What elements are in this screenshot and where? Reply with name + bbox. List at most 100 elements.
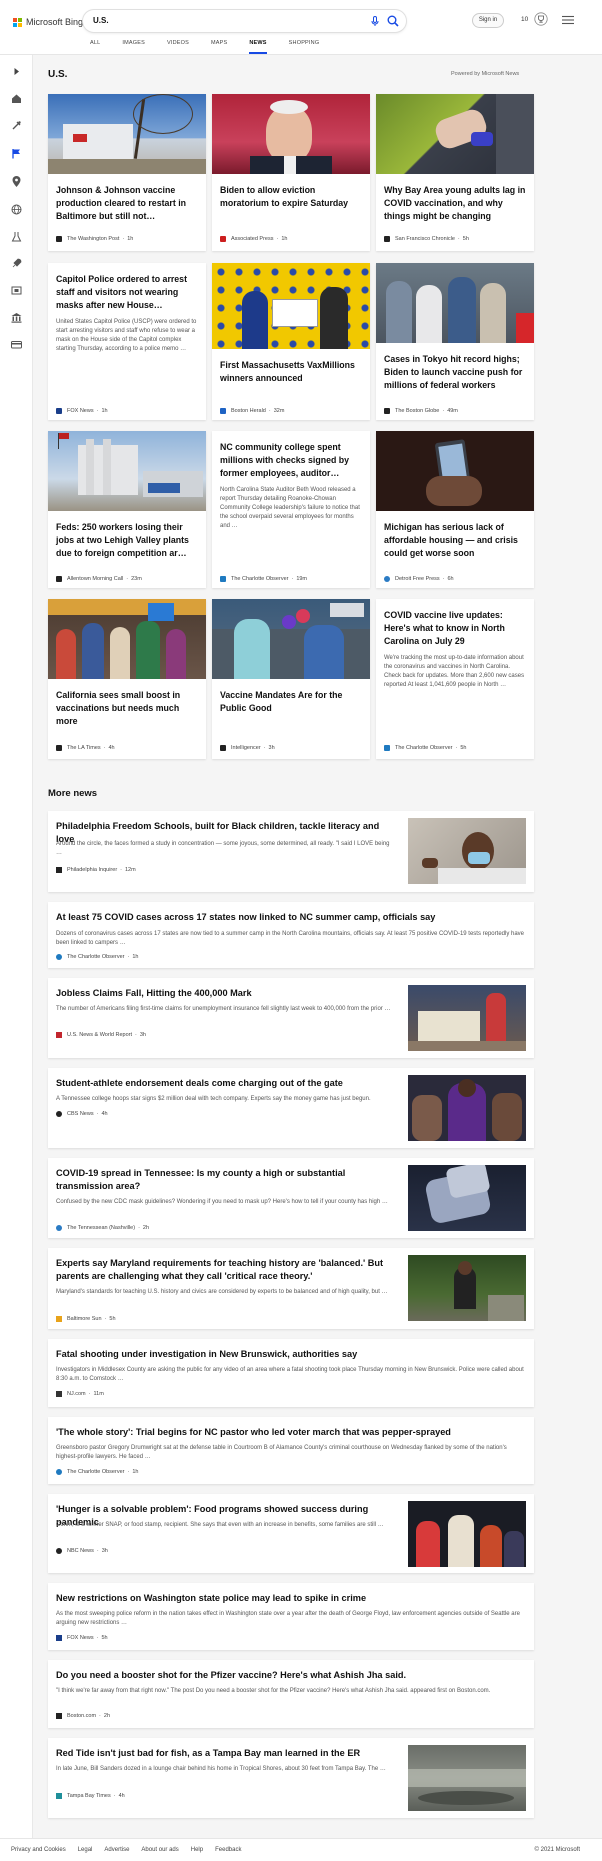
item-source[interactable]: Baltimore Sun · 5h — [56, 1316, 116, 1322]
card-title[interactable]: First Massachusetts VaxMillions winners … — [212, 359, 370, 385]
more-news-item[interactable]: Do you need a booster shot for the Pfize… — [48, 1660, 534, 1728]
more-news-item[interactable]: 'Hunger is a solvable problem': Food pro… — [48, 1494, 534, 1573]
more-news-item[interactable]: Jobless Claims Fall, Hitting the 400,000… — [48, 978, 534, 1058]
card-title[interactable]: Why Bay Area young adults lag in COVID v… — [376, 184, 534, 223]
item-source[interactable]: The Charlotte Observer · 1h — [56, 954, 138, 960]
science-icon[interactable] — [10, 230, 23, 243]
card-title[interactable]: COVID vaccine live updates: Here's what … — [376, 609, 534, 648]
tools-icon[interactable] — [10, 119, 23, 132]
news-card[interactable]: NC community college spent millions with… — [212, 431, 370, 588]
bank-icon[interactable] — [10, 311, 23, 324]
tab-all[interactable]: ALL — [90, 40, 100, 54]
card-title[interactable]: Capitol Police ordered to arrest staff a… — [48, 273, 206, 312]
news-card[interactable]: Johnson & Johnson vaccine production cle… — [48, 94, 206, 251]
footer-link-legal[interactable]: Legal — [78, 1847, 93, 1853]
card-source[interactable]: The Boston Globe · 49m — [384, 408, 458, 414]
item-title[interactable]: Student-athlete endorsement deals come c… — [56, 1077, 396, 1090]
card-title[interactable]: NC community college spent millions with… — [212, 441, 370, 480]
news-card[interactable]: Michigan has serious lack of affordable … — [376, 431, 534, 588]
card-title[interactable]: Feds: 250 workers losing their jobs at t… — [48, 521, 206, 560]
tab-images[interactable]: IMAGES — [122, 40, 145, 54]
flag-icon[interactable] — [10, 147, 23, 160]
card-title[interactable]: Biden to allow eviction moratorium to ex… — [212, 184, 370, 210]
expand-arrow-icon[interactable] — [10, 65, 23, 78]
item-source[interactable]: Boston.com · 2h — [56, 1713, 110, 1719]
item-title[interactable]: Red Tide isn't just bad for fish, as a T… — [56, 1747, 396, 1760]
card-title[interactable]: Johnson & Johnson vaccine production cle… — [48, 184, 206, 223]
card-source[interactable]: The LA Times · 4h — [56, 745, 115, 751]
card-source[interactable]: Associated Press · 1h — [220, 236, 287, 242]
sign-in-button[interactable]: Sign in — [472, 13, 504, 28]
card-title[interactable]: Vaccine Mandates Are for the Public Good — [212, 689, 370, 715]
item-source[interactable]: The Tennessean (Nashville) · 2h — [56, 1225, 149, 1231]
rocket-icon[interactable] — [10, 257, 23, 270]
news-card[interactable]: Capitol Police ordered to arrest staff a… — [48, 263, 206, 420]
news-card[interactable]: Cases in Tokyo hit record highs; Biden t… — [376, 263, 534, 420]
item-source[interactable]: NBC News · 3h — [56, 1548, 108, 1554]
card-source[interactable]: Allentown Morning Call · 23m — [56, 576, 142, 582]
location-pin-icon[interactable] — [10, 175, 23, 188]
footer-link-about-ads[interactable]: About our ads — [141, 1847, 178, 1853]
item-source[interactable]: Philadelphia Inquirer · 12m — [56, 867, 136, 873]
tab-news[interactable]: NEWS — [249, 40, 267, 54]
rewards-trophy-icon[interactable] — [534, 12, 548, 26]
item-title[interactable]: New restrictions on Washington state pol… — [56, 1592, 516, 1605]
card-source[interactable]: The Washington Post · 1h — [56, 236, 133, 242]
more-news-item[interactable]: Philadelphia Freedom Schools, built for … — [48, 811, 534, 892]
card-source[interactable]: FOX News · 1h — [56, 408, 108, 414]
card-title[interactable]: Michigan has serious lack of affordable … — [376, 521, 534, 560]
news-card[interactable]: Feds: 250 workers losing their jobs at t… — [48, 431, 206, 588]
powered-by[interactable]: Powered by Microsoft News — [451, 71, 519, 77]
item-source[interactable]: CBS News · 4h — [56, 1111, 108, 1117]
item-source[interactable]: Tampa Bay Times · 4h — [56, 1793, 125, 1799]
more-news-item[interactable]: Red Tide isn't just bad for fish, as a T… — [48, 1738, 534, 1818]
item-title[interactable]: COVID-19 spread in Tennessee: Is my coun… — [56, 1167, 396, 1193]
more-news-item[interactable]: Student-athlete endorsement deals come c… — [48, 1068, 534, 1148]
card-source[interactable]: The Charlotte Observer · 19m — [220, 576, 307, 582]
item-title[interactable]: 'The whole story': Trial begins for NC p… — [56, 1426, 516, 1439]
card-source[interactable]: Detroit Free Press · 6h — [384, 576, 454, 582]
card-source[interactable]: The Charlotte Observer · 5h — [384, 745, 466, 751]
search-input[interactable]: U.S. — [93, 16, 109, 25]
more-news-item[interactable]: At least 75 COVID cases across 17 states… — [48, 902, 534, 968]
news-card[interactable]: First Massachusetts VaxMillions winners … — [212, 263, 370, 420]
item-title[interactable]: Experts say Maryland requirements for te… — [56, 1257, 396, 1283]
item-source[interactable]: U.S. News & World Report · 3h — [56, 1032, 146, 1038]
card-title[interactable]: Cases in Tokyo hit record highs; Biden t… — [376, 353, 534, 392]
film-icon[interactable] — [10, 284, 23, 297]
more-news-item[interactable]: Experts say Maryland requirements for te… — [48, 1248, 534, 1329]
home-icon[interactable] — [10, 92, 23, 105]
footer-link-privacy[interactable]: Privacy and Cookies — [11, 1847, 66, 1853]
card-source[interactable]: San Francisco Chronicle · 5h — [384, 236, 469, 242]
item-title[interactable]: Fatal shooting under investigation in Ne… — [56, 1348, 516, 1361]
footer-link-help[interactable]: Help — [191, 1847, 203, 1853]
more-news-item[interactable]: New restrictions on Washington state pol… — [48, 1583, 534, 1650]
search-box[interactable]: U.S. — [83, 10, 406, 32]
footer-link-feedback[interactable]: Feedback — [215, 1847, 241, 1853]
card-source[interactable]: Intelligencer · 3h — [220, 745, 275, 751]
footer-link-advertise[interactable]: Advertise — [104, 1847, 129, 1853]
item-source[interactable]: The Charlotte Observer · 1h — [56, 1469, 138, 1475]
news-card[interactable]: Why Bay Area young adults lag in COVID v… — [376, 94, 534, 251]
more-news-item[interactable]: 'The whole story': Trial begins for NC p… — [48, 1417, 534, 1484]
globe-icon[interactable] — [10, 203, 23, 216]
more-news-item[interactable]: COVID-19 spread in Tennessee: Is my coun… — [48, 1158, 534, 1238]
news-card[interactable]: COVID vaccine live updates: Here's what … — [376, 599, 534, 759]
tab-maps[interactable]: MAPS — [211, 40, 227, 54]
item-source[interactable]: NJ.com · 11m — [56, 1391, 104, 1397]
more-news-item[interactable]: Fatal shooting under investigation in Ne… — [48, 1339, 534, 1407]
card-source[interactable]: Boston Herald · 32m — [220, 408, 284, 414]
search-icon[interactable] — [386, 14, 400, 28]
item-title[interactable]: Jobless Claims Fall, Hitting the 400,000… — [56, 987, 396, 1000]
bing-logo[interactable]: Microsoft Bing — [13, 15, 83, 29]
tab-shopping[interactable]: SHOPPING — [289, 40, 320, 54]
tab-videos[interactable]: VIDEOS — [167, 40, 189, 54]
news-card[interactable]: Biden to allow eviction moratorium to ex… — [212, 94, 370, 251]
news-card[interactable]: California sees small boost in vaccinati… — [48, 599, 206, 759]
item-title[interactable]: Do you need a booster shot for the Pfize… — [56, 1669, 516, 1682]
item-title[interactable]: At least 75 COVID cases across 17 states… — [56, 911, 516, 924]
card-icon[interactable] — [10, 338, 23, 351]
hamburger-menu-icon[interactable] — [562, 15, 574, 25]
card-title[interactable]: California sees small boost in vaccinati… — [48, 689, 206, 728]
rewards-points[interactable]: 10 — [521, 16, 528, 23]
